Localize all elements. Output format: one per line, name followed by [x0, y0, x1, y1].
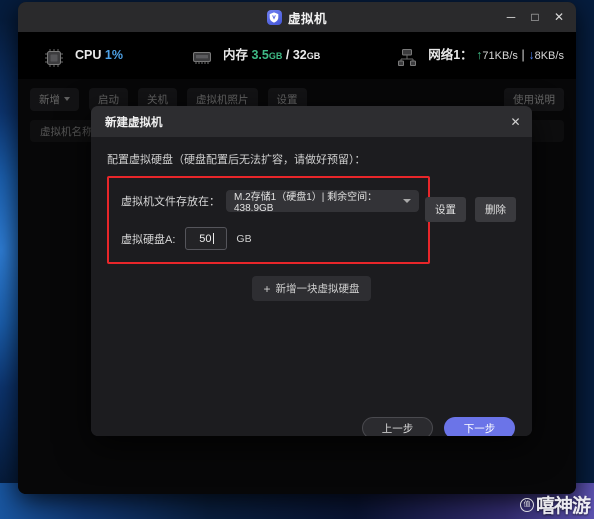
close-window-button[interactable]: ✕	[548, 6, 570, 28]
cpu-stat-body: CPU 1%	[75, 42, 123, 64]
network-label: 网络1：	[428, 48, 473, 62]
memory-total-unit: GB	[306, 51, 321, 61]
chevron-down-icon	[403, 198, 411, 203]
dialog-footer: 上一步 下一步	[91, 406, 532, 436]
highlight-box: 虚拟机文件存放在： M.2存储1（硬盘1）| 剩余空间：438.9GB 虚拟硬盘…	[107, 176, 430, 264]
disk-size-value: 50	[199, 232, 212, 245]
disk-delete-button[interactable]: 删除	[475, 197, 516, 222]
window-title-group: 虚拟机	[266, 8, 327, 27]
section-note: 配置虚拟硬盘（硬盘配置后无法扩容，请做好预留）：	[107, 154, 366, 166]
storage-location-label: 虚拟机文件存放在：	[121, 195, 220, 208]
plus-icon: +	[263, 281, 271, 296]
previous-step-button[interactable]: 上一步	[362, 417, 433, 436]
virtual-machine-app-window: 虚拟机 ─ □ ✕ CPU 1% 内存 3.5GB / 32GB 网络1： ↑7…	[18, 2, 576, 494]
cpu-chip-icon	[42, 47, 66, 69]
disk-settings-button[interactable]: 设置	[425, 197, 466, 222]
network-stat-line: 网络1： ↑71KB/s | ↓8KB/s	[428, 48, 564, 62]
disk-size-row: 虚拟硬盘A: 50 GB	[121, 227, 428, 250]
disk-size-input[interactable]: 50	[185, 227, 228, 250]
resource-stats-bar: CPU 1% 内存 3.5GB / 32GB 网络1： ↑71KB/s | ↓8…	[18, 32, 576, 79]
storage-location-select[interactable]: M.2存储1（硬盘1）| 剩余空间：438.9GB	[226, 189, 419, 214]
dialog-header: 新建虚拟机 ✕	[91, 106, 532, 137]
cpu-stat: CPU 1%	[42, 42, 123, 69]
memory-used: 3.5	[251, 48, 269, 62]
storage-location-value: M.2存储1（硬盘1）| 剩余空间：438.9GB	[234, 191, 378, 214]
memory-used-unit: GB	[268, 51, 283, 61]
close-icon[interactable]: ✕	[507, 113, 524, 130]
dialog-body: 配置虚拟硬盘（硬盘配置后无法扩容，请做好预留）： 虚拟机文件存放在： M.2存储…	[91, 137, 532, 406]
dialog-title: 新建虚拟机	[105, 116, 163, 129]
disk-size-label: 虚拟硬盘A:	[121, 233, 176, 246]
cpu-label: CPU	[75, 48, 102, 62]
window-titlebar: 虚拟机 ─ □ ✕	[18, 2, 576, 32]
network-stat-body: 网络1： ↑71KB/s | ↓8KB/s	[428, 42, 564, 64]
memory-stat-line: 内存 3.5GB / 32GB	[223, 48, 320, 62]
network-stat: 网络1： ↑71KB/s | ↓8KB/s	[395, 42, 564, 69]
memory-stat: 内存 3.5GB / 32GB	[190, 42, 320, 69]
cpu-value: 1%	[104, 48, 123, 62]
network-up-value: 71KB/s	[482, 50, 518, 62]
next-step-button[interactable]: 下一步	[444, 417, 515, 436]
network-down-value: 8KB/s	[534, 50, 564, 62]
window-title: 虚拟机	[287, 11, 327, 26]
cpu-stat-line: CPU 1%	[75, 48, 123, 62]
add-virtual-disk-button[interactable]: + 新增一块虚拟硬盘	[252, 276, 371, 301]
memory-chip-icon	[190, 47, 214, 69]
maximize-button[interactable]: □	[524, 6, 546, 28]
add-virtual-disk-label: 新增一块虚拟硬盘	[275, 283, 360, 295]
memory-label: 内存	[222, 48, 248, 62]
network-divider: |	[521, 48, 525, 62]
add-disk-wrapper: + 新增一块虚拟硬盘	[107, 276, 516, 301]
network-icon	[395, 47, 419, 69]
disk-size-unit: GB	[236, 232, 252, 245]
shield-v-icon	[266, 9, 282, 25]
minimize-button[interactable]: ─	[500, 6, 522, 28]
window-controls: ─ □ ✕	[500, 2, 570, 32]
memory-stat-body: 内存 3.5GB / 32GB	[223, 42, 320, 64]
memory-separator: /	[285, 48, 290, 62]
storage-location-row: 虚拟机文件存放在： M.2存储1（硬盘1）| 剩余空间：438.9GB	[121, 189, 428, 214]
memory-total: 32	[292, 48, 307, 62]
new-vm-dialog: 新建虚拟机 ✕ 配置虚拟硬盘（硬盘配置后无法扩容，请做好预留）： 虚拟机文件存放…	[91, 106, 532, 436]
text-cursor	[212, 233, 214, 244]
disk-row-actions: 设置 删除	[425, 197, 516, 222]
